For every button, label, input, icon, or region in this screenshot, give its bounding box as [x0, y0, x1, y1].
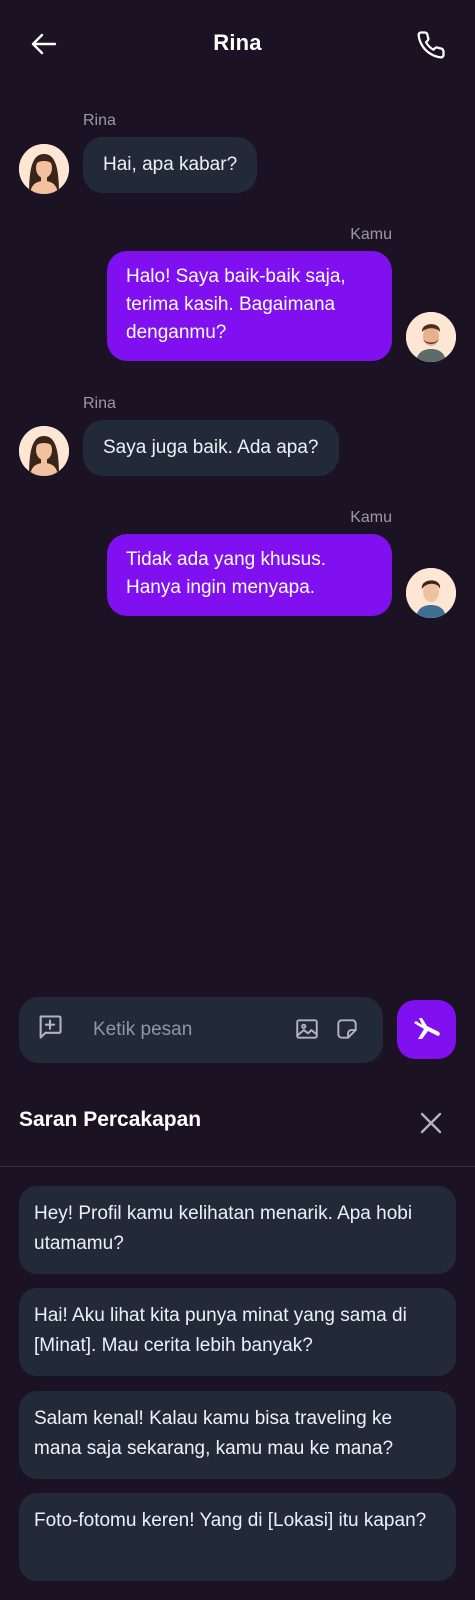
image-icon[interactable]	[294, 1016, 320, 1042]
sender-name: Rina	[83, 112, 116, 129]
sender-name: Kamu	[350, 509, 392, 526]
suggestion-item[interactable]: Hai! Aku lihat kita punya minat yang sam…	[19, 1288, 456, 1376]
avatar[interactable]	[406, 568, 456, 618]
phone-icon[interactable]	[416, 30, 446, 60]
suggestion-item[interactable]: Foto-fotomu keren! Yang di [Lokasi] itu …	[19, 1493, 456, 1581]
avatar[interactable]	[406, 312, 456, 362]
send-button[interactable]	[397, 1000, 456, 1059]
female-avatar-icon	[19, 426, 69, 476]
chat-header: Rina	[0, 0, 475, 88]
close-icon[interactable]	[416, 1108, 446, 1138]
suggestion-item[interactable]: Salam kenal! Kalau kamu bisa traveling k…	[19, 1391, 456, 1479]
divider	[0, 1166, 475, 1167]
chat-title: Rina	[213, 30, 262, 55]
male-avatar-icon	[406, 568, 456, 618]
message-bubble-incoming: Hai, apa kabar?	[83, 137, 258, 193]
sticker-icon[interactable]	[334, 1016, 360, 1042]
avatar[interactable]	[19, 426, 69, 476]
message-bubble-outgoing: Halo! Saya baik-baik saja, terima kasih.…	[107, 251, 392, 361]
suggestions-title: Saran Percakapan	[19, 1108, 202, 1131]
female-avatar-icon	[19, 144, 69, 194]
add-comment-icon[interactable]	[36, 1013, 64, 1041]
male-avatar-icon	[406, 312, 456, 362]
message-bubble-incoming: Saya juga baik. Ada apa?	[83, 420, 339, 476]
avatar[interactable]	[19, 144, 69, 194]
sender-name: Kamu	[350, 226, 392, 243]
send-icon	[414, 1018, 440, 1039]
message-bubble-outgoing: Tidak ada yang khusus. Hanya ingin menya…	[107, 534, 392, 616]
sender-name: Rina	[83, 395, 116, 412]
message-composer	[19, 997, 383, 1063]
message-input[interactable]	[93, 1015, 273, 1045]
suggestion-item[interactable]: Hey! Profil kamu kelihatan menarik. Apa …	[19, 1186, 456, 1274]
